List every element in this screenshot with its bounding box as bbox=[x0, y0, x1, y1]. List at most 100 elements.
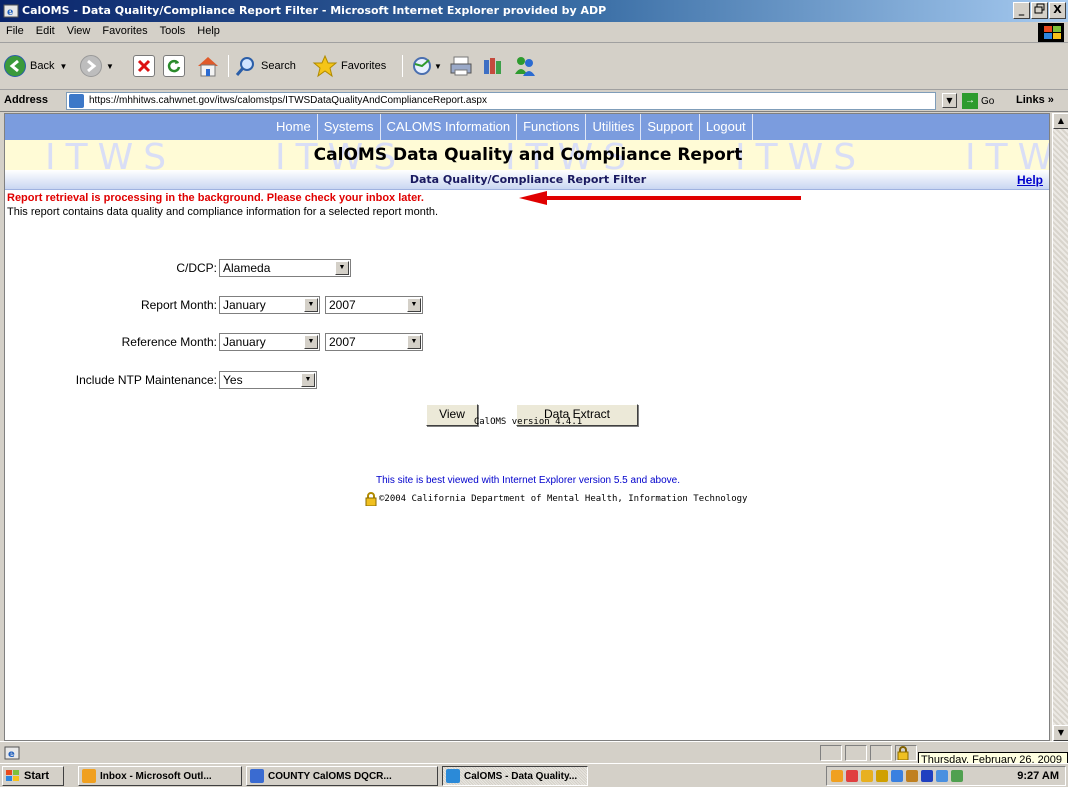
report-month-select[interactable]: January ▼ bbox=[219, 296, 320, 314]
ntp-value: Yes bbox=[223, 373, 243, 387]
report-year-value: 2007 bbox=[329, 298, 356, 312]
system-tray: 9:27 AM bbox=[826, 766, 1066, 786]
internet-explorer-icon bbox=[446, 769, 460, 783]
task-outlook[interactable]: Inbox - Microsoft Outl... bbox=[78, 766, 242, 786]
back-arrow-icon bbox=[4, 55, 26, 77]
back-label: Back bbox=[30, 60, 55, 72]
search-button[interactable]: Search bbox=[234, 53, 296, 79]
status-bar: e bbox=[0, 741, 1068, 763]
star-icon bbox=[312, 54, 338, 78]
lock-icon bbox=[365, 492, 377, 506]
menu-tools[interactable]: Tools bbox=[154, 22, 192, 40]
menu-view[interactable]: View bbox=[61, 22, 97, 40]
status-cell bbox=[870, 745, 892, 761]
nav-caloms-information[interactable]: CALOMS Information bbox=[379, 114, 517, 140]
address-label: Address bbox=[4, 94, 49, 106]
nav-systems[interactable]: Systems bbox=[316, 114, 380, 140]
forward-dropdown-icon: ▼ bbox=[106, 61, 114, 71]
windows-flag-icon bbox=[6, 770, 20, 782]
home-button[interactable] bbox=[195, 53, 221, 79]
refresh-button[interactable] bbox=[163, 53, 185, 79]
page-status-icon: e bbox=[4, 746, 20, 760]
close-button[interactable]: X bbox=[1049, 2, 1066, 19]
go-button[interactable]: → Go bbox=[962, 92, 994, 110]
title-bar: e CalOMS - Data Quality/Compliance Repor… bbox=[0, 0, 1068, 22]
reference-month-label: Reference Month: bbox=[121, 335, 217, 349]
outlook-icon bbox=[82, 769, 96, 783]
tray-icon[interactable] bbox=[861, 770, 873, 782]
messenger-button[interactable] bbox=[512, 53, 538, 79]
search-icon bbox=[235, 57, 254, 76]
address-input[interactable]: https://mhhitws.cahwnet.gov/itws/calomst… bbox=[66, 92, 936, 110]
menu-help[interactable]: Help bbox=[191, 22, 226, 40]
help-link[interactable]: Help bbox=[1017, 173, 1043, 187]
mail-tray-icon[interactable] bbox=[831, 770, 843, 782]
menu-file[interactable]: File bbox=[0, 22, 30, 40]
forward-button[interactable]: ▼ bbox=[80, 53, 114, 79]
start-button[interactable]: Start bbox=[2, 766, 64, 786]
report-year-select[interactable]: 2007 ▼ bbox=[325, 296, 423, 314]
research-button[interactable] bbox=[480, 53, 506, 79]
chevron-down-icon: ▼ bbox=[335, 261, 349, 275]
reference-month-value: January bbox=[223, 335, 266, 349]
back-button[interactable]: Back ▼ bbox=[4, 53, 67, 79]
tray-icon[interactable] bbox=[951, 770, 963, 782]
section-header: Data Quality/Compliance Report Filter He… bbox=[5, 170, 1049, 190]
nav-support[interactable]: Support bbox=[640, 114, 699, 140]
clock[interactable]: 9:27 AM bbox=[1017, 770, 1059, 782]
refresh-icon bbox=[163, 55, 185, 77]
address-dropdown-button[interactable]: ▼ bbox=[942, 93, 957, 108]
copyright-text: ©2004 California Department of Mental He… bbox=[379, 494, 748, 504]
page-title: CalOMS Data Quality and Compliance Repor… bbox=[313, 145, 743, 165]
tray-icon[interactable] bbox=[921, 770, 933, 782]
favorites-button[interactable]: Favorites bbox=[312, 53, 386, 79]
tray-icon[interactable] bbox=[906, 770, 918, 782]
chevron-down-icon: ▼ bbox=[407, 335, 421, 349]
tray-icon[interactable] bbox=[936, 770, 948, 782]
reference-month-select[interactable]: January ▼ bbox=[219, 333, 320, 351]
vertical-scrollbar[interactable]: ▲ ▼ bbox=[1052, 113, 1068, 741]
stop-button[interactable] bbox=[133, 53, 155, 79]
print-icon bbox=[450, 56, 472, 76]
page-content: Home Systems CALOMS Information Function… bbox=[4, 113, 1050, 741]
windows-logo-icon bbox=[1038, 23, 1064, 42]
restore-icon bbox=[1034, 3, 1045, 14]
network-tray-icon[interactable] bbox=[891, 770, 903, 782]
menu-favorites[interactable]: Favorites bbox=[96, 22, 153, 40]
cdcp-select[interactable]: Alameda ▼ bbox=[219, 259, 351, 277]
address-url: https://mhhitws.cahwnet.gov/itws/calomst… bbox=[89, 95, 487, 106]
nav-utilities[interactable]: Utilities bbox=[585, 114, 640, 140]
restore-button[interactable] bbox=[1031, 2, 1048, 19]
tray-icon[interactable] bbox=[876, 770, 888, 782]
history-icon: ▼ bbox=[413, 57, 442, 75]
history-button[interactable]: ▼ bbox=[410, 53, 444, 79]
reference-year-select[interactable]: 2007 ▼ bbox=[325, 333, 423, 351]
toolbar: Back ▼ ▼ Search Favorites ▼ bbox=[0, 43, 1068, 90]
nav-functions[interactable]: Functions bbox=[516, 114, 585, 140]
scroll-up-button[interactable]: ▲ bbox=[1053, 113, 1068, 129]
task-caloms[interactable]: CalOMS - Data Quality... bbox=[442, 766, 588, 786]
browser-recommendation: This site is best viewed with Internet E… bbox=[375, 475, 681, 486]
browser-window: e CalOMS - Data Quality/Compliance Repor… bbox=[0, 0, 1068, 787]
ntp-select[interactable]: Yes ▼ bbox=[219, 371, 317, 389]
menu-edit[interactable]: Edit bbox=[30, 22, 61, 40]
processing-message: Report retrieval is processing in the ba… bbox=[7, 192, 424, 204]
minimize-button[interactable]: _ bbox=[1013, 2, 1030, 19]
task-word[interactable]: COUNTY CalOMS DQCR... bbox=[246, 766, 438, 786]
ntp-label: Include NTP Maintenance: bbox=[75, 373, 217, 387]
stop-icon bbox=[133, 55, 155, 77]
cdcp-value: Alameda bbox=[223, 261, 271, 275]
scroll-down-button[interactable]: ▼ bbox=[1053, 725, 1068, 741]
favorites-label: Favorites bbox=[341, 60, 387, 72]
section-title: Data Quality/Compliance Report Filter bbox=[409, 173, 647, 186]
alert-tray-icon[interactable] bbox=[846, 770, 858, 782]
report-month-value: January bbox=[223, 298, 266, 312]
print-button[interactable] bbox=[448, 53, 474, 79]
chevron-down-icon: ▼ bbox=[304, 335, 318, 349]
nav-home[interactable]: Home bbox=[270, 114, 317, 140]
links-button[interactable]: Links » bbox=[1016, 94, 1054, 106]
nav-logout[interactable]: Logout bbox=[698, 114, 753, 140]
task-label: Inbox - Microsoft Outl... bbox=[100, 770, 212, 782]
window-title: CalOMS - Data Quality/Compliance Report … bbox=[22, 4, 607, 17]
status-cell bbox=[845, 745, 867, 761]
